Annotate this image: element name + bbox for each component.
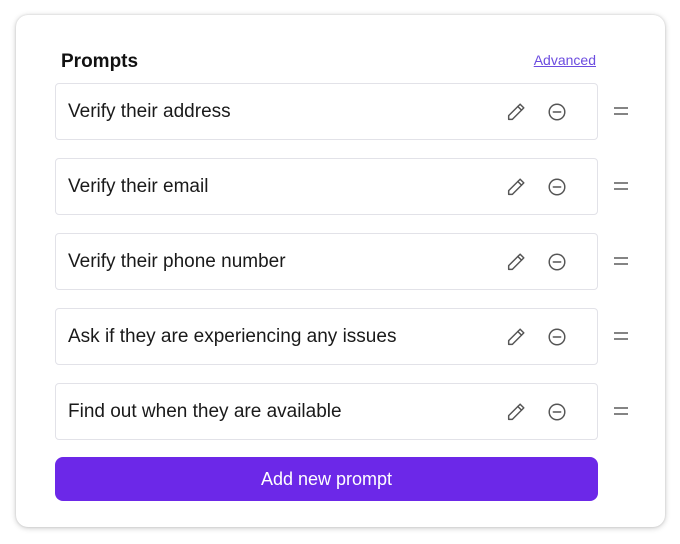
minus-circle-icon [548, 403, 566, 421]
prompt-label: Verify their phone number [68, 251, 286, 272]
edit-button[interactable] [503, 249, 529, 275]
remove-button[interactable] [544, 99, 570, 125]
prompt-list: Verify their address Verify their email [55, 83, 646, 458]
prompt-row: Verify their email [55, 158, 646, 215]
drag-handle[interactable] [611, 401, 631, 421]
remove-button[interactable] [544, 249, 570, 275]
card-title: Prompts [61, 51, 139, 72]
edit-button[interactable] [503, 324, 529, 350]
drag-handle-icon [614, 182, 628, 190]
advanced-link[interactable]: Advanced [534, 52, 596, 68]
pencil-icon [507, 178, 525, 196]
remove-button[interactable] [544, 399, 570, 425]
prompt-item[interactable]: Verify their address [55, 83, 598, 140]
prompt-row: Ask if they are experiencing any issues [55, 308, 646, 365]
prompt-item[interactable]: Ask if they are experiencing any issues [55, 308, 598, 365]
prompt-row: Verify their phone number [55, 233, 646, 290]
prompt-label: Find out when they are available [68, 401, 342, 422]
prompt-label: Verify their address [68, 101, 231, 122]
remove-button[interactable] [544, 174, 570, 200]
pencil-icon [507, 103, 525, 121]
prompt-row: Find out when they are available [55, 383, 646, 440]
edit-button[interactable] [503, 174, 529, 200]
pencil-icon [507, 253, 525, 271]
drag-handle-icon [614, 107, 628, 115]
prompts-card: Prompts Advanced Verify their address Ve… [16, 15, 665, 527]
minus-circle-icon [548, 103, 566, 121]
prompt-label: Ask if they are experiencing any issues [68, 326, 397, 347]
prompt-item[interactable]: Verify their phone number [55, 233, 598, 290]
drag-handle-icon [614, 257, 628, 265]
minus-circle-icon [548, 328, 566, 346]
drag-handle-icon [614, 407, 628, 415]
edit-button[interactable] [503, 99, 529, 125]
edit-button[interactable] [503, 399, 529, 425]
drag-handle[interactable] [611, 251, 631, 271]
add-new-prompt-button[interactable]: Add new prompt [55, 457, 598, 501]
drag-handle-icon [614, 332, 628, 340]
pencil-icon [507, 328, 525, 346]
drag-handle[interactable] [611, 101, 631, 121]
drag-handle[interactable] [611, 326, 631, 346]
minus-circle-icon [548, 253, 566, 271]
pencil-icon [507, 403, 525, 421]
prompt-row: Verify their address [55, 83, 646, 140]
prompt-item[interactable]: Find out when they are available [55, 383, 598, 440]
drag-handle[interactable] [611, 176, 631, 196]
prompt-label: Verify their email [68, 176, 209, 197]
prompt-item[interactable]: Verify their email [55, 158, 598, 215]
minus-circle-icon [548, 178, 566, 196]
remove-button[interactable] [544, 324, 570, 350]
